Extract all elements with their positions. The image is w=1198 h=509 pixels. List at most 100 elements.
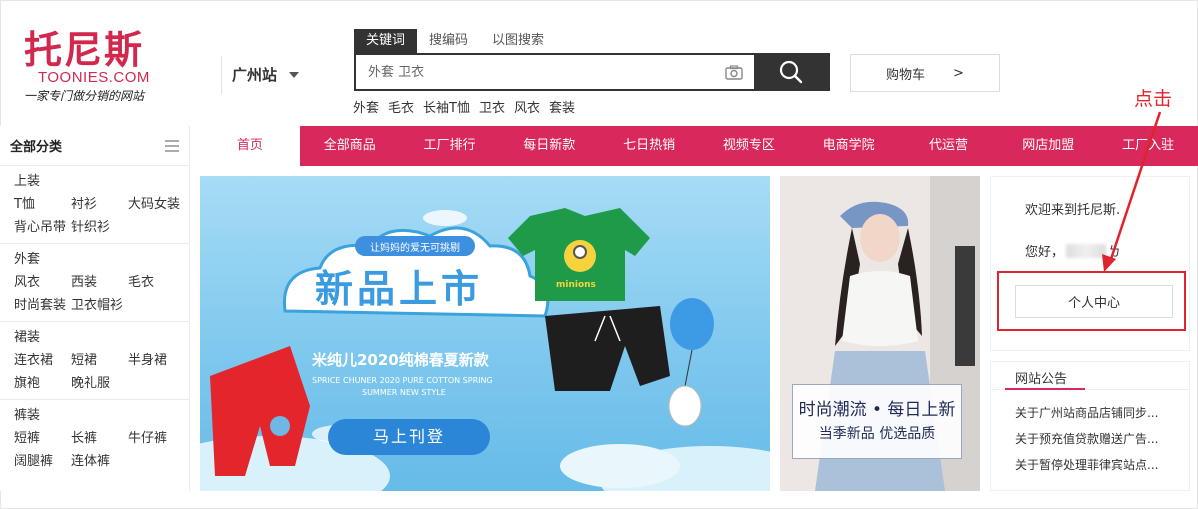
- header-divider: [221, 56, 222, 94]
- banner-english-2: SUMMER NEW STYLE: [362, 388, 446, 397]
- banner-headline: 新品上市: [315, 267, 484, 311]
- welcome-text: 欢迎来到托尼斯.: [1025, 203, 1121, 218]
- category-group-title[interactable]: 裙装: [14, 326, 175, 349]
- search-tabs: 关键词 搜编码 以图搜索: [354, 29, 556, 53]
- hello-suffix: ㄅ: [1108, 245, 1122, 260]
- category-title: 全部分类: [10, 140, 63, 155]
- logo-tagline: 一家专门做分销的网站: [24, 89, 145, 103]
- hot-word[interactable]: 毛衣: [388, 97, 414, 116]
- banner-cta-button[interactable]: 马上刊登: [328, 419, 490, 455]
- search-input[interactable]: [356, 55, 714, 89]
- category-link[interactable]: 卫衣帽衫: [71, 294, 128, 317]
- nav-item-videos[interactable]: 视频专区: [699, 126, 799, 166]
- notice-tab[interactable]: 网站公告: [1015, 368, 1067, 387]
- category-link[interactable]: 连体裤: [71, 450, 128, 473]
- balloon: [670, 298, 714, 350]
- balloon-string: [684, 349, 693, 387]
- search-button[interactable]: [754, 55, 828, 89]
- category-link[interactable]: 时尚套装: [14, 294, 71, 317]
- nav-item-franchise[interactable]: 网店加盟: [998, 126, 1098, 166]
- category-link[interactable]: 牛仔裤: [128, 427, 198, 450]
- nav-item-daily-new[interactable]: 每日新款: [499, 126, 599, 166]
- cart-button[interactable]: 购物车 >: [850, 54, 1000, 92]
- search-box: [354, 53, 830, 91]
- camera-icon[interactable]: [714, 55, 754, 89]
- notice-tabs: 网站公告: [991, 362, 1189, 390]
- hot-word[interactable]: 套装: [549, 97, 575, 116]
- city-selector[interactable]: 广州站: [232, 64, 300, 85]
- cart-label: 购物车: [886, 67, 926, 83]
- shirt-text: minions: [556, 280, 596, 290]
- category-link[interactable]: 阔腿裤: [14, 450, 71, 473]
- search-tab-code[interactable]: 搜编码: [417, 29, 480, 53]
- hot-word[interactable]: 卫衣: [479, 97, 505, 116]
- cloud-shape: [560, 444, 680, 488]
- notice-item[interactable]: 关于广州站商品店铺同步...: [991, 400, 1189, 426]
- hot-words: 外套 毛衣 长袖T恤 卫衣 风衣 套装: [353, 97, 575, 116]
- blurred-username: [1066, 243, 1107, 258]
- photo-caption-card: 时尚潮流 • 每日上新 当季新品 优选品质: [792, 384, 962, 459]
- menu-icon: [165, 139, 179, 152]
- category-group-title[interactable]: 裤装: [14, 404, 175, 427]
- annotation-label: 点击: [1134, 88, 1173, 110]
- category-group-title[interactable]: 上装: [14, 170, 175, 193]
- search-tab-keyword[interactable]: 关键词: [354, 29, 418, 53]
- black-shorts: [545, 306, 670, 391]
- category-group-title[interactable]: 外套: [14, 248, 175, 271]
- category-sidebar: 全部分类 上装 T恤 衬衫 大码女装 背心吊带 针织衫 外套 风衣 西装 毛衣 …: [0, 126, 190, 491]
- nav-item-all-products[interactable]: 全部商品: [300, 126, 400, 166]
- chevron-down-icon: [289, 71, 300, 78]
- logo-english: TOONIES.COM: [38, 69, 150, 86]
- main-nav: 首页 全部商品 工厂排行 每日新款 七日热销 视频专区 电商学院 代运营 网店加…: [200, 126, 1198, 166]
- category-link[interactable]: 衬衫: [71, 193, 128, 216]
- site-logo[interactable]: 托尼斯 TOONIES.COM 一家专门做分销的网站: [24, 30, 184, 104]
- category-link[interactable]: 西装: [71, 271, 128, 294]
- category-link[interactable]: 半身裙: [128, 349, 198, 372]
- category-group-outerwear: 外套 风衣 西装 毛衣 时尚套装 卫衣帽衫: [0, 244, 189, 322]
- category-link[interactable]: 短裤: [14, 427, 71, 450]
- category-link[interactable]: 晚礼服: [71, 372, 128, 395]
- chevron-right-icon: >: [953, 65, 964, 81]
- photo-caption-line2: 当季新品 优选品质: [818, 426, 936, 442]
- nav-item-factory-ranking[interactable]: 工厂排行: [400, 126, 500, 166]
- door-panel: [955, 246, 975, 366]
- category-link[interactable]: 短裙: [71, 349, 128, 372]
- nav-item-home[interactable]: 首页: [200, 126, 300, 166]
- notice-panel: 网站公告 关于广州站商品店铺同步... 关于预充值贷款赠送广告... 关于暂停处…: [990, 361, 1190, 491]
- annotation-highlight-box: [997, 271, 1186, 331]
- notice-list: 关于广州站商品店铺同步... 关于预充值贷款赠送广告... 关于暂停处理菲律宾站…: [991, 390, 1189, 478]
- category-link[interactable]: 背心吊带: [14, 216, 71, 239]
- hello-text: 您好， ㄅ: [1025, 241, 1121, 260]
- search-tab-image[interactable]: 以图搜索: [480, 29, 556, 53]
- hero-banner[interactable]: 让妈妈的爱无可挑剔 新品上市 米纯儿2020纯棉春夏新款 SPRICE CHUN…: [200, 176, 770, 491]
- category-link[interactable]: 旗袍: [14, 372, 71, 395]
- cat-figure: [668, 385, 702, 427]
- nav-item-factory-join[interactable]: 工厂入驻: [1098, 126, 1198, 166]
- hot-word[interactable]: 长袖T恤: [423, 97, 470, 116]
- photo-caption-line1: 时尚潮流 • 每日上新: [798, 400, 956, 420]
- category-link[interactable]: 风衣: [14, 271, 71, 294]
- banner-subtitle: 米纯儿2020纯棉春夏新款: [312, 351, 489, 369]
- category-link[interactable]: 针织衫: [71, 216, 128, 239]
- category-link[interactable]: 长裤: [71, 427, 128, 450]
- hot-word[interactable]: 外套: [353, 97, 379, 116]
- nav-item-weekly-hot[interactable]: 七日热销: [599, 126, 699, 166]
- banner-ribbon-text: 让妈妈的爱无可挑剔: [370, 243, 460, 254]
- nav-item-ecommerce-academy[interactable]: 电商学院: [799, 126, 899, 166]
- city-label: 广州站: [232, 66, 278, 84]
- white-top: [842, 271, 918, 346]
- hot-word[interactable]: 风衣: [514, 97, 540, 116]
- shorts-badge: [270, 416, 290, 436]
- category-link[interactable]: 毛衣: [128, 271, 198, 294]
- category-header[interactable]: 全部分类: [0, 126, 189, 166]
- nav-item-operations[interactable]: 代运营: [899, 126, 999, 166]
- hello-prefix: 您好，: [1025, 245, 1065, 260]
- category-link[interactable]: T恤: [14, 193, 71, 216]
- notice-item[interactable]: 关于暂停处理菲律宾站点...: [991, 452, 1189, 478]
- fashion-photo-banner[interactable]: 时尚潮流 • 每日上新 当季新品 优选品质: [780, 176, 980, 491]
- category-link[interactable]: 连衣裙: [14, 349, 71, 372]
- category-link[interactable]: 大码女装: [128, 193, 198, 216]
- minion-goggle: [573, 245, 587, 259]
- notice-item[interactable]: 关于预充值贷款赠送广告...: [991, 426, 1189, 452]
- search-icon: [779, 60, 803, 84]
